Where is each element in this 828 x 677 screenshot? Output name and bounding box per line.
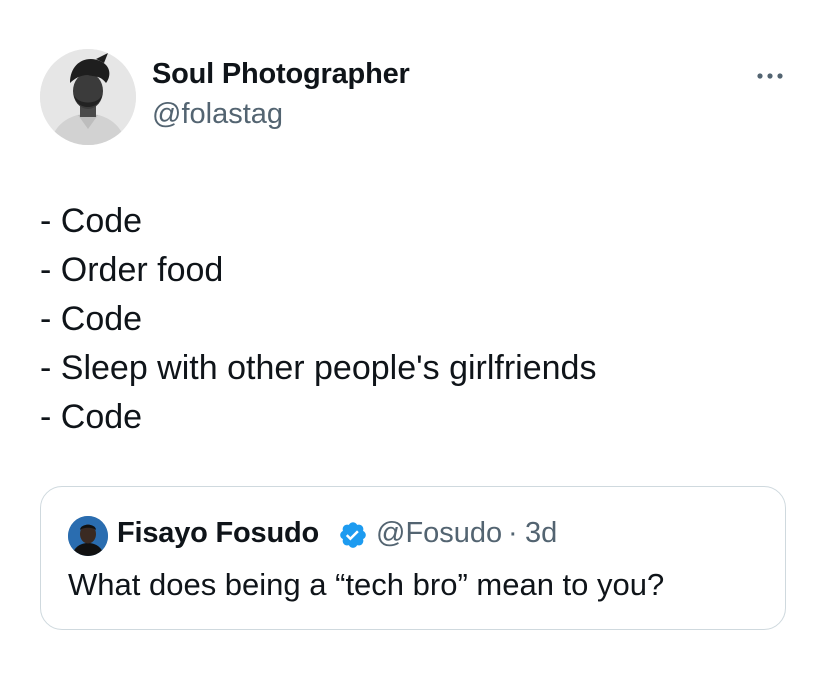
quoted-tweet-timestamp[interactable]: 3d [525,517,557,550]
profile-photo-icon [68,516,108,556]
tweet-line: - Order food [40,251,224,289]
profile-photo-icon [40,49,136,145]
tweet-line: - Code [40,202,143,240]
more-horizontal-icon [757,73,783,79]
verified-badge-icon [338,520,368,550]
author-display-name[interactable]: Soul Photographer [152,58,410,91]
tweet-text: - Code - Order food - Code - Sleep with … [40,197,800,442]
quoted-author-handle[interactable]: @Fosudo [376,517,502,550]
more-options-button[interactable] [752,62,788,90]
author-avatar[interactable] [40,49,136,145]
separator-dot: · [508,517,518,549]
tweet: Soul Photographer @folastag - Code - Ord… [0,0,828,677]
tweet-line: - Code [40,398,143,436]
quoted-tweet-text: What does being a “tech bro” mean to you… [68,567,665,602]
quoted-author-avatar[interactable] [68,516,108,556]
quoted-tweet-card[interactable]: Fisayo Fosudo @Fosudo · 3d What does bei… [40,486,786,630]
tweet-line: - Code [40,300,143,338]
author-handle[interactable]: @folastag [152,98,283,131]
tweet-line: - Sleep with other people's girlfriends [40,349,597,387]
quoted-author-display-name[interactable]: Fisayo Fosudo [117,517,319,550]
